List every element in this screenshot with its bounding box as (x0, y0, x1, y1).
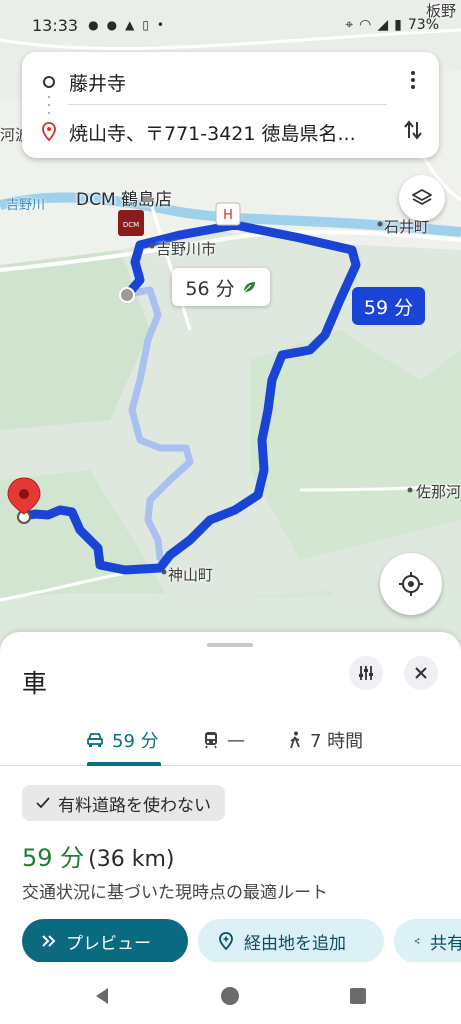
notification-icons: ● ● ▲ ▯ • (88, 18, 164, 32)
svg-text:DCM: DCM (123, 221, 139, 229)
avoid-tolls-label: 有料道路を使わない (58, 795, 211, 816)
map-label-yoshinogawa-city[interactable]: 吉野川市 (156, 238, 216, 259)
swap-vert-icon (404, 119, 422, 140)
destination-row[interactable]: 焼山寺、〒771-3421 徳島県名... (22, 114, 439, 150)
share-button[interactable]: 共有 (394, 919, 461, 963)
route-connector-dots (48, 96, 50, 114)
warning-icon: ▲ (125, 18, 135, 32)
phone-icon: ▯ (142, 18, 149, 32)
tab-driving-label: 59 分 (112, 731, 159, 752)
travel-mode-tabs: 59 分 — 7 時間 (0, 714, 461, 766)
check-icon (36, 797, 50, 809)
chat-bubble-icon: ● (106, 18, 118, 32)
train-icon (205, 732, 217, 749)
route-actions: プレビュー 経由地を追加 共有 (22, 919, 461, 963)
store-marker-icon: DCM (118, 210, 144, 236)
battery-percent: 73% (407, 17, 439, 33)
main-route-time-tag[interactable]: 59 分 (352, 287, 425, 325)
route-distance: (36 km) (88, 847, 175, 872)
route-options-button[interactable] (349, 656, 383, 690)
share-label: 共有 (430, 933, 461, 954)
signal-icon: ◢ (377, 17, 389, 33)
system-icons: ⌖ ◠ ◢ ▮ 73% (345, 17, 439, 33)
honda-marker-icon: H (215, 202, 241, 226)
more-options-button[interactable] (393, 70, 433, 95)
origin-circle-icon (43, 76, 55, 88)
add-waypoint-label: 経由地を追加 (244, 933, 346, 954)
my-location-button[interactable] (380, 553, 442, 615)
add-waypoint-button[interactable]: 経由地を追加 (198, 919, 384, 963)
status-bar: 13:33 ● ● ▲ ▯ • ⌖ ◠ ◢ ▮ 73% (0, 0, 461, 50)
status-time: 13:33 (32, 15, 79, 35)
crosshair-icon (399, 572, 423, 596)
svg-text:H: H (223, 208, 233, 223)
dot-icon: • (156, 18, 164, 32)
tab-transit-label: — (227, 729, 245, 751)
app-notification-icon: ● (88, 18, 99, 32)
alt-route-time: 56 分 (185, 277, 235, 300)
system-nav-bar (0, 962, 461, 1024)
add-location-icon (219, 932, 233, 950)
double-chevron-icon (42, 935, 56, 947)
sheet-drag-handle[interactable] (207, 643, 253, 647)
battery-icon: ▮ (394, 17, 402, 33)
avoid-tolls-chip[interactable]: 有料道路を使わない (22, 785, 225, 821)
wifi-icon: ◠ (359, 17, 372, 33)
tune-icon (359, 666, 373, 680)
layers-button[interactable] (399, 175, 445, 221)
tab-transit[interactable]: — (203, 714, 245, 766)
destination-pin-small-icon (42, 122, 56, 142)
origin-marker (119, 287, 135, 303)
tab-walking[interactable]: 7 時間 (288, 714, 363, 766)
origin-row[interactable]: 藤井寺 (22, 64, 439, 100)
swap-route-button[interactable] (393, 119, 433, 146)
map-label-store[interactable]: DCM 鶴島店 (76, 185, 172, 210)
map-label-sanagochi[interactable]: 佐那河 (416, 481, 461, 502)
eco-leaf-icon (243, 282, 255, 293)
map-label-river: 吉野川 (6, 198, 46, 213)
more-vert-icon (411, 70, 415, 89)
preview-button[interactable]: プレビュー (22, 919, 188, 963)
route-description: 交通状況に基づいた現時点の最適ルート (22, 883, 328, 903)
car-icon (87, 733, 103, 747)
home-icon[interactable] (220, 986, 240, 1006)
origin-field[interactable]: 藤井寺 (69, 69, 393, 96)
preview-label: プレビュー (66, 933, 151, 954)
back-icon[interactable] (92, 986, 112, 1006)
walk-icon (290, 731, 300, 749)
destination-field[interactable]: 焼山寺、〒771-3421 徳島県名... (69, 119, 393, 146)
location-icon: ⌖ (345, 17, 354, 33)
route-bottom-sheet[interactable]: 車 59 分 — 7 時間 有料道路を使わない 59 分 (36 km) 交通状… (0, 632, 461, 963)
tab-walking-label: 7 時間 (310, 731, 364, 752)
alt-route-time-tag[interactable]: 56 分 (172, 268, 270, 306)
card-divider (68, 104, 387, 105)
share-icon (414, 938, 420, 944)
active-tab-indicator (87, 762, 161, 766)
directions-card: 藤井寺 焼山寺、〒771-3421 徳島県名... (22, 52, 439, 158)
close-button[interactable] (404, 656, 438, 690)
route-duration: 59 分 (22, 844, 85, 872)
close-icon (415, 667, 427, 679)
layers-icon (412, 189, 432, 205)
route-summary: 59 分 (36 km) (22, 838, 175, 873)
map-label-kamiyama[interactable]: 神山町 (168, 564, 213, 585)
sheet-title: 車 (22, 669, 48, 698)
tab-driving[interactable]: 59 分 (86, 714, 159, 766)
recents-icon[interactable] (348, 986, 368, 1006)
